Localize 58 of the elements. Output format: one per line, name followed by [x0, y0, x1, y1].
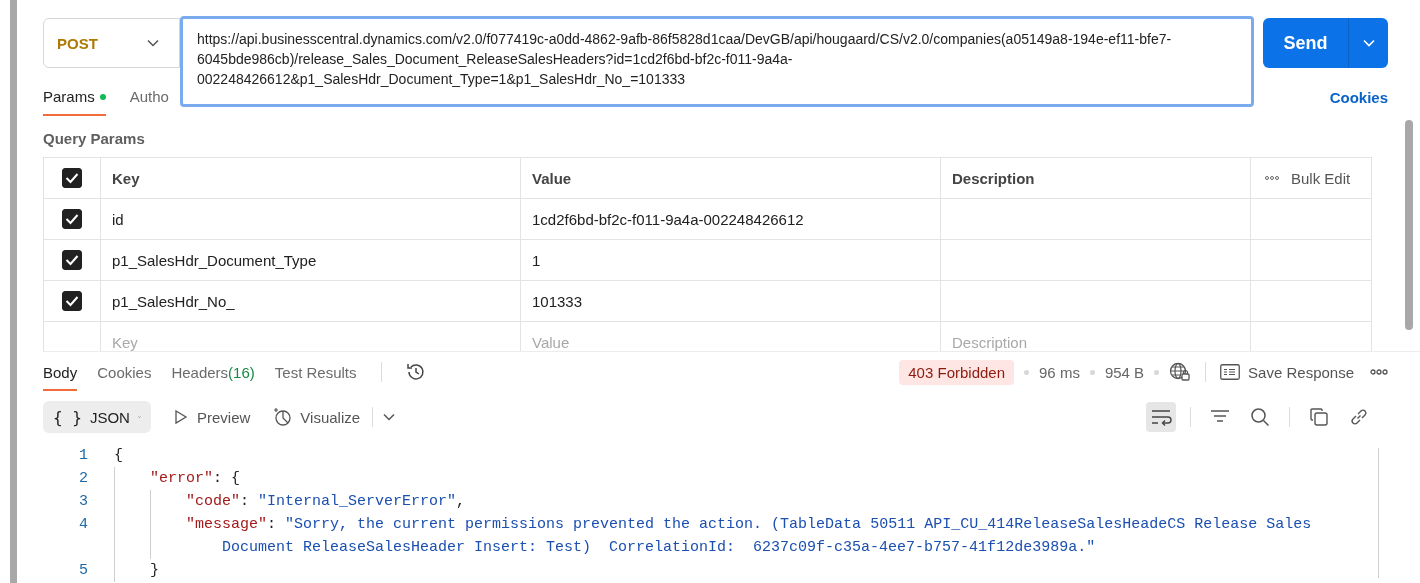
code-line: } — [150, 561, 160, 581]
status-badge: 403 Forbidden — [899, 359, 1015, 385]
chevron-down-icon — [147, 39, 159, 47]
checkbox[interactable] — [62, 209, 82, 229]
chevron-down-icon — [1362, 39, 1375, 47]
response-tab[interactable]: Cookies — [97, 353, 152, 391]
value-input[interactable]: Value — [532, 333, 929, 351]
method-select[interactable]: POST — [43, 18, 180, 68]
param-value[interactable]: 101333 — [532, 292, 583, 310]
save-response-button[interactable]: Save Response — [1220, 363, 1354, 381]
history-icon[interactable] — [405, 362, 426, 382]
code-line: "error": { — [150, 469, 242, 489]
line-number: 5 — [78, 561, 88, 581]
param-value[interactable]: 1cd2f6bd-bf2c-f011-9a4a-002248426612 — [532, 210, 804, 228]
wrap-icon[interactable] — [1146, 402, 1176, 432]
chevron-down-icon[interactable] — [383, 413, 396, 421]
send-button[interactable]: Send — [1263, 18, 1348, 68]
url-field[interactable]: https://api.businesscentral.dynamics.com/v2.0/f077419c-a0dd-4862-9afb-86f5828d1caa/DevGB/api/hougaard/CS/v2.0/companies(a05149a8-194e-ef11-bfe7-6045bde986cb)/release_Sales_Document_ReleaseSalesHeaders?id=1cd2f6bd-bf2c-f011-9a4a-002248426612&p1_SalesHdr_Document_Type=1&p1_SalesHdr_No_=101333 — [180, 16, 1254, 107]
response-tab[interactable]: Test Results — [274, 353, 357, 391]
request-tab[interactable]: Params — [43, 82, 106, 116]
code-line: "code": "Internal_ServerError", — [186, 492, 467, 512]
code-line: { — [114, 446, 124, 466]
visualize-button[interactable]: Visualize — [272, 407, 361, 427]
line-number: 2 — [78, 469, 88, 489]
param-value[interactable]: 1 — [532, 251, 541, 269]
preview-button[interactable]: Preview — [173, 408, 251, 426]
column-header: Key — [112, 169, 140, 187]
response-tab[interactable]: Body — [43, 353, 78, 391]
param-key[interactable]: p1_SalesHdr_Document_Type — [112, 251, 317, 269]
response-tab[interactable]: Headers(16) — [171, 353, 255, 391]
key-input[interactable]: Key — [112, 333, 509, 351]
play-icon — [173, 409, 189, 425]
column-header: Value — [532, 169, 572, 187]
scrollbar[interactable] — [1405, 120, 1413, 330]
checkbox[interactable] — [62, 250, 82, 270]
checkbox[interactable] — [62, 291, 82, 311]
description-input[interactable]: Description — [952, 333, 1239, 351]
scrollbar[interactable] — [10, 0, 17, 583]
param-key[interactable]: p1_SalesHdr_No_ — [112, 292, 235, 310]
cookies-link[interactable]: Cookies — [1329, 89, 1388, 116]
code-line: "message": "Sorry, the current permissions prevented the action. (TableData 50511 API_CU_414ReleaseSalesHeadeCS Release Sales Document ReleaseSalesHeader Insert: Test) CorrelationId: 6237c09f-c35a-4ee7-b757-41f12de3989a." — [186, 515, 1313, 558]
column-header: Description — [952, 169, 1035, 187]
response-size: 954 B — [1104, 363, 1145, 381]
more-icon[interactable] — [1265, 176, 1279, 180]
line-number: 1 — [78, 446, 88, 466]
document-icon — [1220, 364, 1241, 380]
format-select[interactable]: { } JSON — [43, 401, 151, 433]
bulk-edit-button[interactable]: Bulk Edit — [1291, 169, 1351, 187]
param-key[interactable]: id — [112, 210, 124, 228]
more-icon[interactable] — [1370, 369, 1388, 375]
request-tab[interactable]: Autho — [129, 82, 169, 116]
response-time: 96 ms — [1039, 363, 1080, 381]
section-title: Query Params — [43, 130, 146, 147]
chart-icon — [272, 407, 293, 427]
line-number: 4 — [78, 515, 88, 535]
checkbox[interactable] — [62, 168, 82, 188]
globe-lock-icon[interactable] — [1169, 362, 1192, 382]
line-number: 3 — [78, 492, 88, 512]
